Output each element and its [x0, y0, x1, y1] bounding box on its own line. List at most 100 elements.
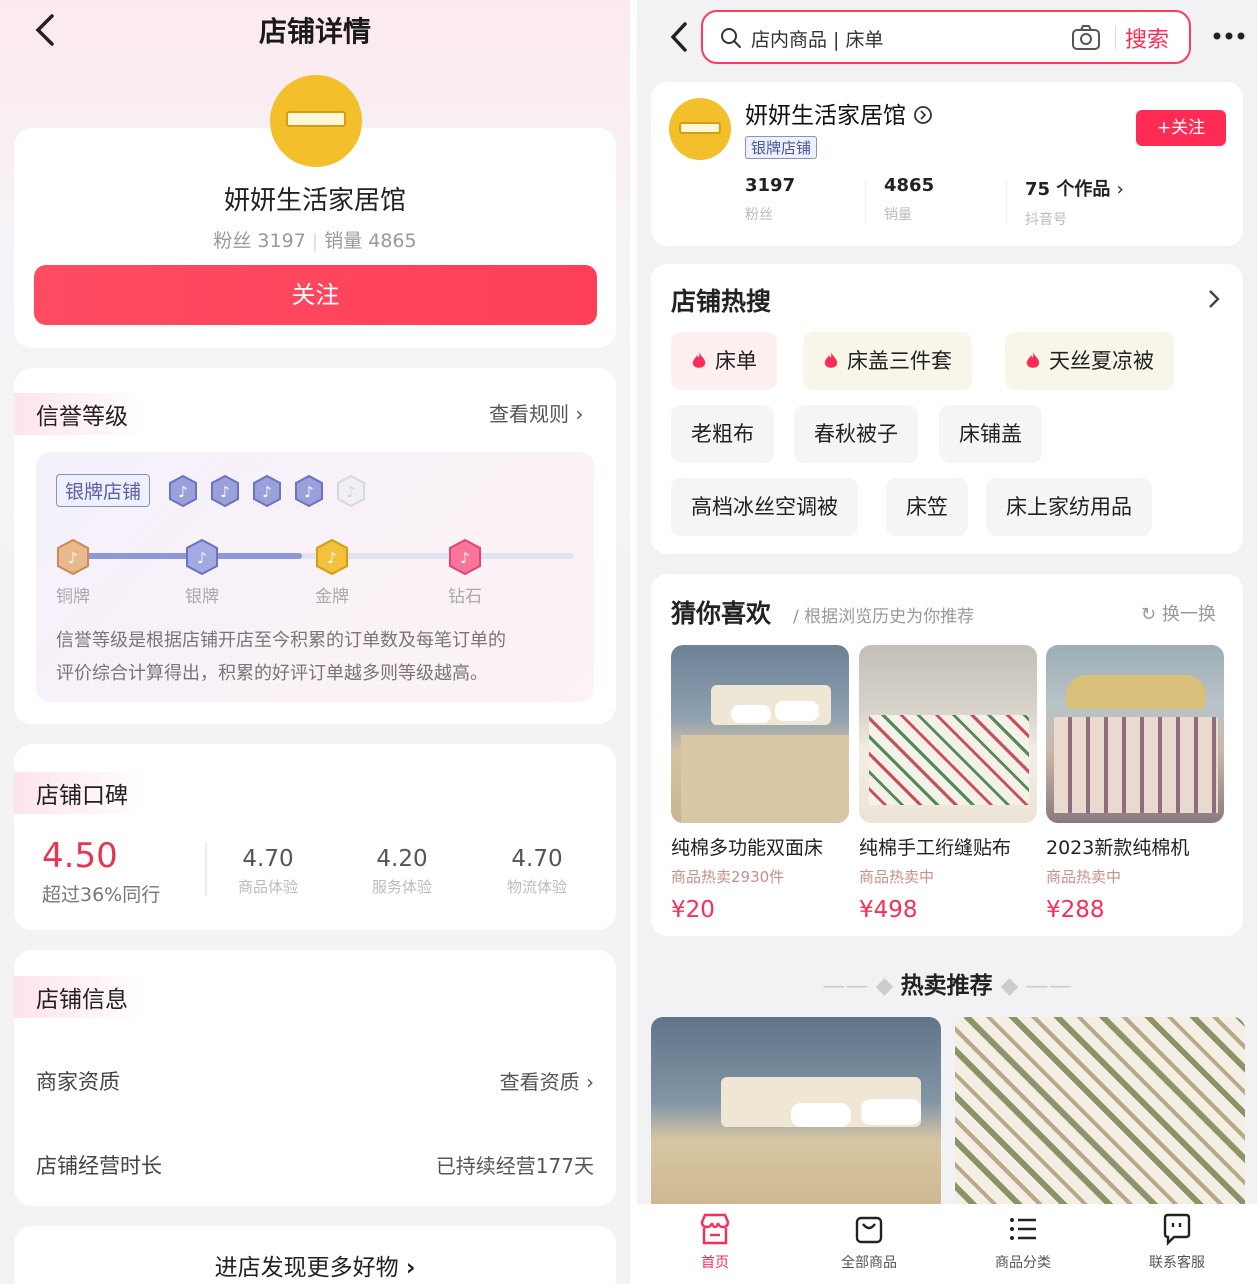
- product-card[interactable]: 纯棉手工绗缝贴布 商品热卖中 ¥498: [859, 645, 1037, 923]
- svg-text:♪: ♪: [220, 483, 230, 501]
- overall-score: 4.50: [42, 836, 118, 876]
- shop-logo-plate: [286, 111, 346, 127]
- camera-icon[interactable]: [1071, 24, 1101, 52]
- hot-search-title: 店铺热搜: [671, 287, 772, 316]
- chevron-right-icon: ›: [405, 1255, 416, 1281]
- follow-button[interactable]: +关注: [1136, 110, 1226, 146]
- search-bar[interactable]: 店内商品 | 床单 搜索: [701, 10, 1191, 64]
- hot-search-chip[interactable]: 天丝夏凉被: [1005, 332, 1174, 390]
- silver-medal-icon: ♪: [186, 538, 218, 576]
- shop-header-card: [651, 82, 1243, 246]
- product-image: [1046, 645, 1224, 823]
- hot-recommend-title: —— ◆ 热卖推荐 ◆ ——: [822, 973, 1072, 999]
- reputation-title: 店铺口碑: [14, 772, 150, 814]
- tab-customer-service[interactable]: 联系客服: [1127, 1212, 1227, 1272]
- hot-search-chip[interactable]: 春秋被子: [794, 405, 918, 463]
- divider: [1006, 180, 1007, 224]
- search-button[interactable]: 搜索: [1125, 22, 1169, 54]
- shop-name: 妍妍生活家居馆: [223, 186, 406, 216]
- view-qualification-link[interactable]: 查看资质 ›: [500, 1066, 594, 1095]
- more-icon[interactable]: [1209, 22, 1249, 50]
- flame-icon: [824, 352, 838, 368]
- score-percentile: 超过36%同行: [42, 884, 161, 906]
- hot-search-chip[interactable]: 高档冰丝空调被: [671, 478, 858, 536]
- view-rules-link[interactable]: 查看规则 ›: [489, 398, 583, 427]
- hot-search-chip[interactable]: 床笠: [886, 478, 968, 536]
- chevron-right-icon: ›: [1116, 179, 1124, 200]
- credit-box: 银牌店铺 ♪ ♪ ♪ ♪ ♪ ♪ ♪ ♪ ♪ 铜牌 银牌 金牌 钻石 信誉等级是…: [36, 452, 594, 702]
- product-card[interactable]: 纯棉多功能双面床 商品热卖2930件 ¥20: [671, 645, 849, 923]
- refresh-button[interactable]: ↻ 换一换: [1141, 600, 1216, 626]
- divider: [865, 180, 866, 224]
- shop-stats: 粉丝 3197 | 销量 4865: [213, 230, 417, 252]
- tab-home[interactable]: 首页: [665, 1212, 765, 1272]
- credit-description: 信誉等级是根据店铺开店至今积累的订单数及每笔订单的 评价综合计算得出，积累的好评…: [56, 630, 506, 684]
- douyin-level-icon: ♪: [295, 474, 323, 508]
- svg-text:♪: ♪: [304, 483, 314, 501]
- score-item: 4.20 服务体验: [371, 846, 432, 896]
- level-label: 铜牌: [56, 587, 90, 607]
- product-image: [671, 645, 849, 823]
- divider: [1115, 26, 1116, 50]
- bronze-medal-icon: ♪: [57, 538, 89, 576]
- douyin-level-icon: ♪: [253, 474, 281, 508]
- shop-info-title: 店铺信息: [14, 976, 150, 1018]
- shop-name[interactable]: 妍妍生活家居馆: [745, 96, 933, 130]
- svg-text:♪: ♪: [262, 483, 272, 501]
- fans-stat: 3197 粉丝: [745, 175, 796, 223]
- works-stat[interactable]: 75 个作品 › 抖音号: [1025, 175, 1124, 229]
- divider: [205, 842, 207, 896]
- tab-all-products[interactable]: 全部商品: [819, 1212, 919, 1272]
- douyin-level-icon: ♪: [169, 474, 197, 508]
- tab-categories[interactable]: 商品分类: [973, 1212, 1073, 1272]
- product-image[interactable]: [955, 1017, 1245, 1207]
- svg-text:♪: ♪: [178, 483, 188, 501]
- shop-detail-panel: 店铺详情 妍妍生活家居馆 粉丝 3197 | 销量 4865 关注 信誉等级 查看规…: [0, 0, 630, 1284]
- level-label: 银牌: [185, 587, 219, 607]
- product-image: [859, 645, 1037, 823]
- hot-search-chip[interactable]: 床铺盖: [939, 405, 1042, 463]
- chat-icon: [1163, 1213, 1191, 1246]
- svg-text:♪: ♪: [346, 483, 356, 501]
- bottom-tab-bar: 首页 全部商品 商品分类 联系客服: [637, 1204, 1257, 1284]
- level-label: 金牌: [315, 587, 349, 607]
- operation-duration-value: 已持续经营177天: [435, 1154, 594, 1178]
- qualification-label: 商家资质: [36, 1070, 120, 1094]
- credit-title: 信誉等级: [14, 393, 150, 435]
- chevron-right-icon[interactable]: [1205, 286, 1223, 312]
- chevron-right-icon: ›: [575, 402, 584, 426]
- shop-logo[interactable]: [669, 98, 731, 160]
- enter-shop-link[interactable]: 进店发现更多好物 ›: [0, 1248, 630, 1282]
- store-icon: [700, 1213, 730, 1245]
- diamond-medal-icon: ♪: [449, 538, 481, 576]
- product-card[interactable]: 2023新款纯棉机 商品热卖中 ¥288: [1046, 645, 1224, 923]
- hot-search-chip[interactable]: 老粗布: [671, 405, 774, 463]
- operation-duration-label: 店铺经营时长: [36, 1154, 162, 1178]
- product-image[interactable]: [651, 1017, 941, 1207]
- guess-title: 猜你喜欢: [671, 599, 772, 628]
- hot-search-chip[interactable]: 床单: [671, 332, 777, 390]
- back-arrow-icon[interactable]: [665, 20, 695, 54]
- svg-text:♪: ♪: [197, 549, 207, 567]
- shop-home-panel: 店内商品 | 床单 搜索 妍妍生活家居馆 银牌店铺 +关注 3197 粉丝 486…: [637, 0, 1257, 1284]
- score-item: 4.70 物流体验: [506, 846, 567, 896]
- douyin-level-icon: ♪: [211, 474, 239, 508]
- search-input[interactable]: 店内商品 | 床单: [751, 25, 883, 52]
- sales-count: 销量 4865: [324, 230, 417, 252]
- sales-stat: 4865 销量: [884, 175, 935, 223]
- guess-subtitle: / 根据浏览历史为你推荐: [793, 607, 975, 627]
- chevron-right-icon: ›: [586, 1070, 594, 1094]
- silver-shop-tag: 银牌店铺: [56, 474, 151, 507]
- refresh-icon: ↻: [1141, 604, 1157, 625]
- follow-button[interactable]: 关注: [34, 265, 597, 325]
- list-icon: [1010, 1218, 1036, 1240]
- level-label: 钻石: [448, 587, 482, 607]
- svg-text:♪: ♪: [68, 549, 78, 567]
- hot-search-chip[interactable]: 床上家纺用品: [986, 478, 1152, 536]
- flame-icon: [692, 352, 706, 368]
- svg-text:♪: ♪: [460, 549, 470, 567]
- shop-logo: [270, 75, 362, 167]
- fans-count: 粉丝 3197: [213, 230, 306, 252]
- hot-search-chip[interactable]: 床盖三件套: [803, 332, 972, 390]
- panel-divider: [630, 0, 637, 1284]
